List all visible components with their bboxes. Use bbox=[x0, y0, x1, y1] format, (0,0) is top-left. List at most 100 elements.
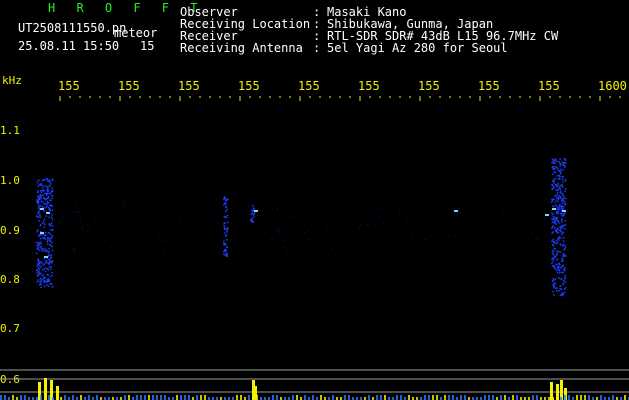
meteor-pixel bbox=[225, 205, 228, 208]
meteor-pixel bbox=[554, 220, 556, 222]
meteor-pixel bbox=[47, 197, 50, 199]
meteor-pixel bbox=[564, 276, 567, 279]
meteor-pixel bbox=[42, 185, 45, 187]
noise-speck bbox=[306, 206, 308, 208]
histogram-bar bbox=[248, 395, 250, 400]
meteor-pixel bbox=[552, 213, 554, 216]
spectrogram-plot bbox=[0, 96, 629, 400]
noise-speck bbox=[374, 225, 376, 227]
meteor-pixel bbox=[226, 229, 228, 231]
histogram-bar bbox=[452, 395, 454, 400]
meteor-pixel bbox=[553, 248, 556, 250]
filename-label: UT2508111550.pn bbox=[18, 21, 127, 35]
meteor-pixel bbox=[562, 282, 564, 285]
meteor-pixel bbox=[554, 195, 557, 197]
meteor-pixel bbox=[51, 242, 53, 244]
meteor-pixel bbox=[556, 250, 558, 252]
noise-speck bbox=[278, 231, 280, 233]
meteor-pixel bbox=[556, 254, 558, 256]
meteor-pixel bbox=[40, 266, 42, 269]
noise-speck bbox=[150, 223, 152, 225]
meteor-pixel bbox=[36, 248, 39, 250]
noise-speck bbox=[290, 216, 292, 218]
meteor-pixel bbox=[45, 260, 48, 262]
meteor-pixel bbox=[38, 273, 40, 275]
meteor-pixel bbox=[41, 187, 44, 189]
noise-speck bbox=[63, 241, 65, 243]
noise-speck bbox=[304, 232, 306, 233]
meteor-pixel bbox=[553, 162, 555, 164]
meteor-pixel bbox=[50, 256, 52, 258]
noise-speck bbox=[81, 228, 83, 230]
meteor-pixel bbox=[51, 260, 54, 262]
meteor-pixel bbox=[561, 212, 563, 215]
histogram-bar bbox=[96, 395, 98, 400]
noise-speck bbox=[209, 212, 211, 213]
meteor-pixel bbox=[226, 208, 228, 211]
meteor-pixel bbox=[551, 240, 553, 243]
noise-speck bbox=[74, 250, 76, 252]
noise-speck bbox=[125, 243, 127, 245]
meteor-pixel bbox=[251, 209, 253, 211]
noise-speck bbox=[75, 211, 77, 213]
histogram-bar bbox=[156, 395, 158, 400]
meteor-pixel bbox=[36, 181, 39, 184]
histogram-bar bbox=[536, 395, 538, 400]
noise-speck bbox=[367, 224, 369, 226]
meteor-pixel bbox=[40, 194, 42, 196]
meteor-pixel bbox=[50, 222, 53, 224]
meteor-pixel bbox=[553, 285, 555, 287]
meteor-pixel bbox=[562, 243, 565, 246]
meteor-pixel bbox=[223, 228, 226, 231]
noise-speck bbox=[46, 232, 48, 234]
meteor-pixel bbox=[562, 254, 565, 257]
histogram-bar bbox=[12, 395, 14, 400]
meteor-pixel bbox=[556, 197, 558, 199]
histogram-bar bbox=[460, 395, 462, 400]
meteor-pixel bbox=[224, 250, 227, 252]
histogram-bar bbox=[24, 395, 26, 400]
noise-speck bbox=[483, 241, 485, 243]
noise-speck bbox=[372, 210, 374, 211]
meteor-pixel bbox=[48, 179, 51, 182]
histogram-bar bbox=[424, 395, 426, 400]
meteor-pixel bbox=[564, 197, 567, 200]
meteor-pixel bbox=[553, 250, 555, 252]
noise-speck bbox=[325, 225, 327, 227]
noise-speck bbox=[46, 234, 48, 235]
meteor-pixel bbox=[43, 189, 46, 191]
meteor-pixel bbox=[552, 240, 555, 242]
noise-speck bbox=[411, 236, 413, 238]
meteor-pixel bbox=[561, 175, 563, 178]
noise-speck bbox=[181, 242, 183, 244]
freq-tick: 155 bbox=[538, 79, 560, 93]
noise-speck bbox=[56, 224, 58, 226]
histogram-bar bbox=[256, 395, 258, 400]
histogram-bar bbox=[432, 395, 434, 400]
histogram-bar bbox=[204, 395, 206, 400]
meteor-pixel bbox=[564, 274, 566, 277]
noise-speck bbox=[526, 224, 528, 226]
meteor-pixel bbox=[40, 197, 42, 200]
meteor-pixel bbox=[559, 230, 562, 232]
meteor-pixel bbox=[43, 280, 45, 282]
noise-speck bbox=[567, 229, 569, 231]
meteor-pixel bbox=[37, 202, 40, 204]
histogram-bar bbox=[236, 395, 238, 400]
histogram-bar bbox=[408, 395, 410, 400]
meteor-pixel bbox=[223, 240, 225, 243]
meteor-pixel bbox=[43, 223, 46, 225]
noise-speck bbox=[406, 218, 408, 219]
noise-speck bbox=[180, 222, 181, 223]
noise-speck bbox=[515, 224, 517, 226]
histogram-bar bbox=[144, 395, 146, 400]
freq-tick: 155 bbox=[118, 79, 140, 93]
meteor-pixel bbox=[41, 189, 43, 191]
noise-speck bbox=[358, 226, 359, 228]
meteor-highlight bbox=[545, 214, 549, 216]
histogram-bar bbox=[600, 395, 602, 400]
noise-speck bbox=[163, 248, 165, 250]
noise-speck bbox=[80, 221, 81, 223]
meteor-pixel bbox=[46, 202, 48, 205]
noise-speck bbox=[87, 224, 89, 226]
